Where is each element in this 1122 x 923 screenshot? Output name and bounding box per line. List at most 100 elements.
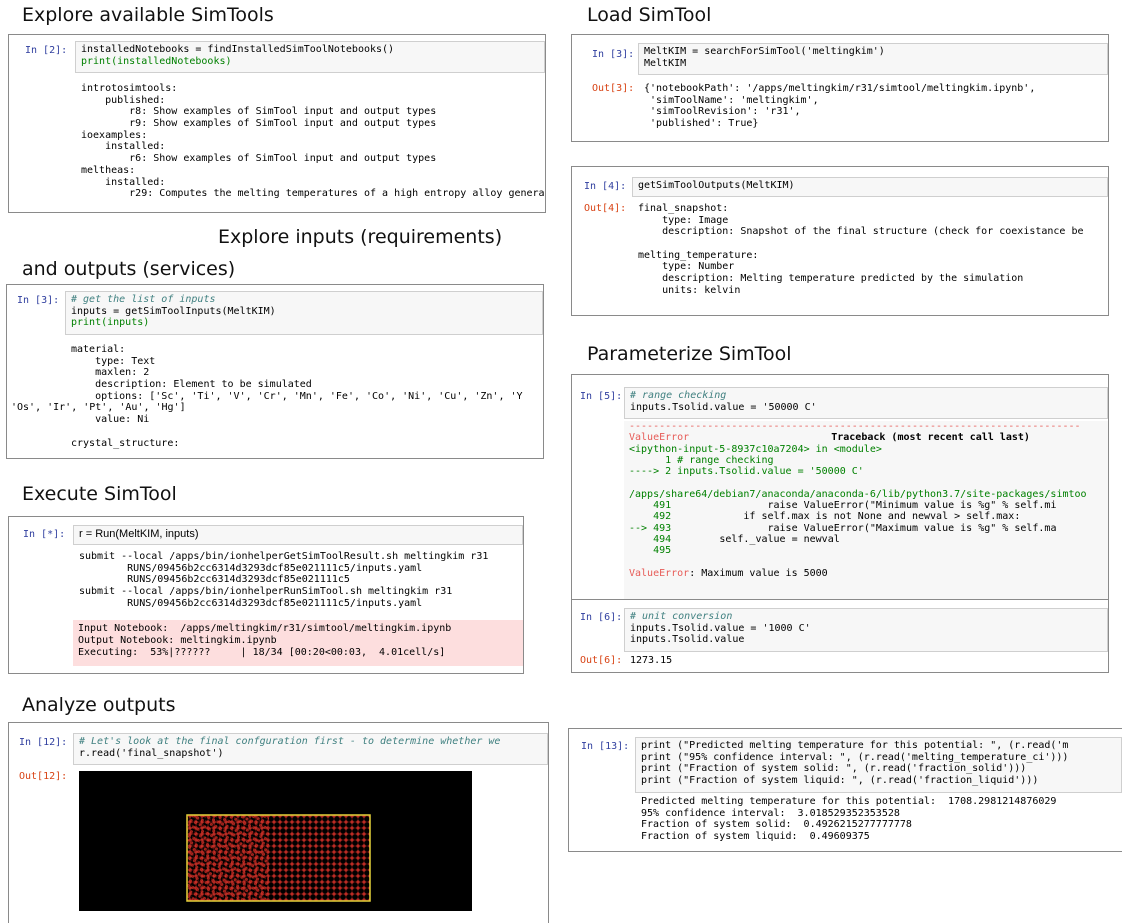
error-message: : Maximum value is 5000 (689, 567, 828, 579)
output-line: RUNS/09456b2cc6314d3293dcf85e021111c5/in… (79, 562, 423, 574)
line-number: 494 (629, 533, 672, 545)
notebook-cell-unit-conversion[interactable]: In [6]: # unit conversion inputs.Tsolid.v… (571, 599, 1109, 673)
output-line: 'simToolName': 'meltingkim', (644, 94, 819, 106)
input-prompt: In [3]: (592, 49, 635, 60)
output-line: value: Ni (71, 414, 150, 426)
error-separator: ----------------------------------------… (629, 421, 1081, 432)
output-line: submit --local /apps/bin/ionhelperGetSim… (79, 551, 489, 562)
output-line: material: (71, 344, 126, 355)
code-line: getSimToolOutputs(MeltKIM) (638, 180, 795, 191)
output-line: options: ['Sc', 'Ti', 'V', 'Cr', 'Mn', '… (71, 390, 523, 402)
input-prompt: In [4]: (584, 181, 627, 192)
cell-output: Predicted melting temperature for this p… (641, 796, 1122, 843)
code-line: print(inputs) (71, 317, 150, 329)
code-comment: # Let's look at the final confguration f… (79, 736, 501, 747)
code-line: r.read('final_snapshot') (79, 747, 224, 759)
output-line: Predicted melting temperature for this p… (641, 796, 1057, 807)
output-line: r29: Computes the melting temperatures o… (81, 188, 545, 200)
notebook-cell-load[interactable]: In [3]: MeltKIM = searchForSimTool('melt… (571, 34, 1109, 142)
traceback-line: ----> 2 inputs.Tsolid.value = '50000 C' (629, 466, 864, 478)
code-line: print ("Predicted melting temperature fo… (641, 740, 1069, 751)
code-editor[interactable]: MeltKIM = searchForSimTool('meltingkim')… (638, 43, 1108, 75)
notebook-cell-inputs[interactable]: In [3]: # get the list of inputs inputs =… (6, 284, 544, 459)
code-line: print(installedNotebooks) (81, 55, 232, 67)
output-line: maxlen: 2 (71, 367, 150, 379)
traceback-path: /apps/share64/debian7/anaconda/anaconda-… (629, 488, 1087, 500)
error-output: ----------------------------------------… (624, 421, 1108, 600)
final-snapshot-image (79, 771, 472, 911)
output-line: meltheas: (81, 164, 136, 176)
code-line: inputs.Tsolid.value (630, 634, 745, 646)
code-comment: # unit conversion (630, 611, 733, 622)
code-editor[interactable]: # range checking inputs.Tsolid.value = '5… (624, 387, 1108, 419)
code-line: inputs.Tsolid.value = '50000 C' (630, 401, 817, 413)
code-line: inputs.Tsolid.value = '1000 C' (630, 622, 811, 634)
atomic-structure-figure (186, 814, 371, 902)
output-line: units: kelvin (638, 284, 741, 296)
output-line: ioexamples: (81, 129, 148, 141)
code-comment: # range checking (630, 390, 727, 401)
output-line: RUNS/09456b2cc6314d3293dcf85e021111c5 (79, 574, 350, 586)
cell-output: introtosimtools: published: r8: Show exa… (81, 83, 545, 200)
input-prompt: In [6]: (580, 612, 623, 623)
output-prompt: Out[4]: (584, 203, 627, 214)
line-number: --> 493 (629, 522, 672, 534)
input-prompt: In [13]: (581, 741, 630, 752)
traceback-label: Traceback (most recent call last) (831, 432, 1030, 444)
traceback-code: if self.max is not None and newval > sel… (671, 511, 1021, 523)
output-line: description: Snapshot of the final struc… (638, 226, 1084, 238)
output-line: installed: (81, 176, 166, 188)
line-number: 491 (629, 500, 672, 512)
code-editor[interactable]: print ("Predicted melting temperature fo… (635, 737, 1122, 793)
output-line: type: Image (638, 214, 729, 226)
stderr-line: Input Notebook: /apps/meltingkim/r31/sim… (78, 623, 452, 634)
heading-execute-simtool: Execute SimTool (22, 483, 177, 505)
input-prompt: In [2]: (25, 45, 68, 56)
output-line: submit --local /apps/bin/ionhelperRunSim… (79, 586, 453, 598)
cell-output: final_snapshot: type: Image description:… (638, 203, 1108, 297)
notebook-cell-analyze[interactable]: In [12]: # Let's look at the final confg… (8, 722, 549, 923)
output-line: r8: Show examples of SimTool input and o… (81, 106, 437, 118)
cell-output: 1273.15 (630, 655, 1108, 667)
notebook-cell-run[interactable]: In [*]: r = Run(MeltKIM, inputs) submit … (8, 516, 524, 674)
traceback-code: self._value = newval (671, 533, 840, 545)
traceback-code: raise ValueError("Maximum value is %g" %… (671, 522, 1057, 534)
code-line: inputs = getSimToolInputs(MeltKIM) (71, 305, 276, 317)
output-line: description: Element to be simulated (71, 379, 312, 391)
line-number: 492 (629, 511, 672, 523)
output-line: description: Melting temperature predict… (638, 273, 1024, 285)
output-line: {'notebookPath': '/apps/meltingkim/r31/s… (644, 83, 1036, 94)
code-editor[interactable]: # unit conversion inputs.Tsolid.value = '… (624, 608, 1108, 652)
output-line: 'simToolRevision': 'r31', (644, 106, 801, 118)
code-comment: # get the list of inputs (71, 294, 216, 305)
code-line: r = Run(MeltKIM, inputs) (79, 528, 199, 540)
input-prompt: In [5]: (580, 391, 623, 402)
line-number: 495 (629, 545, 672, 557)
notebook-cell-range-check[interactable]: In [5]: # range checking inputs.Tsolid.va… (571, 374, 1109, 601)
code-editor[interactable]: # Let's look at the final confguration f… (73, 733, 548, 765)
code-editor[interactable]: r = Run(MeltKIM, inputs) (73, 525, 523, 545)
input-prompt: In [3]: (17, 295, 60, 306)
code-editor[interactable]: getSimToolOutputs(MeltKIM) (632, 177, 1108, 197)
notebook-cell-outputs[interactable]: In [4]: getSimToolOutputs(MeltKIM) Out[4… (571, 166, 1109, 316)
code-editor[interactable]: # get the list of inputs inputs = getSimT… (65, 291, 543, 335)
input-prompt: In [*]: (23, 529, 66, 540)
output-line: installed: (81, 141, 166, 153)
ipython-input-ref: <ipython-input-5-8937c10a7204> in <modul… (629, 443, 882, 455)
output-line: melting_temperature: (638, 249, 759, 261)
output-prompt: Out[12]: (19, 771, 68, 782)
code-line: MeltKIM (644, 57, 687, 69)
output-line: introtosimtools: (81, 83, 178, 94)
code-line: print ("Fraction of system liquid: ", (r… (641, 775, 1039, 787)
notebook-cell-print-results[interactable]: In [13]: print ("Predicted melting tempe… (568, 728, 1122, 852)
output-line: 'published': True} (644, 118, 759, 130)
progress-line: Executing: 53%|?????? | 18/34 [00:20<00:… (78, 647, 446, 658)
output-line: crystal_structure: (71, 437, 180, 449)
notebook-cell-explore[interactable]: In [2]: installedNotebooks = findInstall… (8, 34, 546, 213)
code-line: installedNotebooks = findInstalledSimToo… (81, 44, 395, 55)
code-editor[interactable]: installedNotebooks = findInstalledSimToo… (75, 41, 545, 73)
heading-explore-simtools: Explore available SimTools (22, 4, 274, 26)
code-line: print ("95% confidence interval: ", (r.r… (641, 751, 1069, 763)
output-line: RUNS/09456b2cc6314d3293dcf85e021111c5/in… (79, 597, 423, 609)
